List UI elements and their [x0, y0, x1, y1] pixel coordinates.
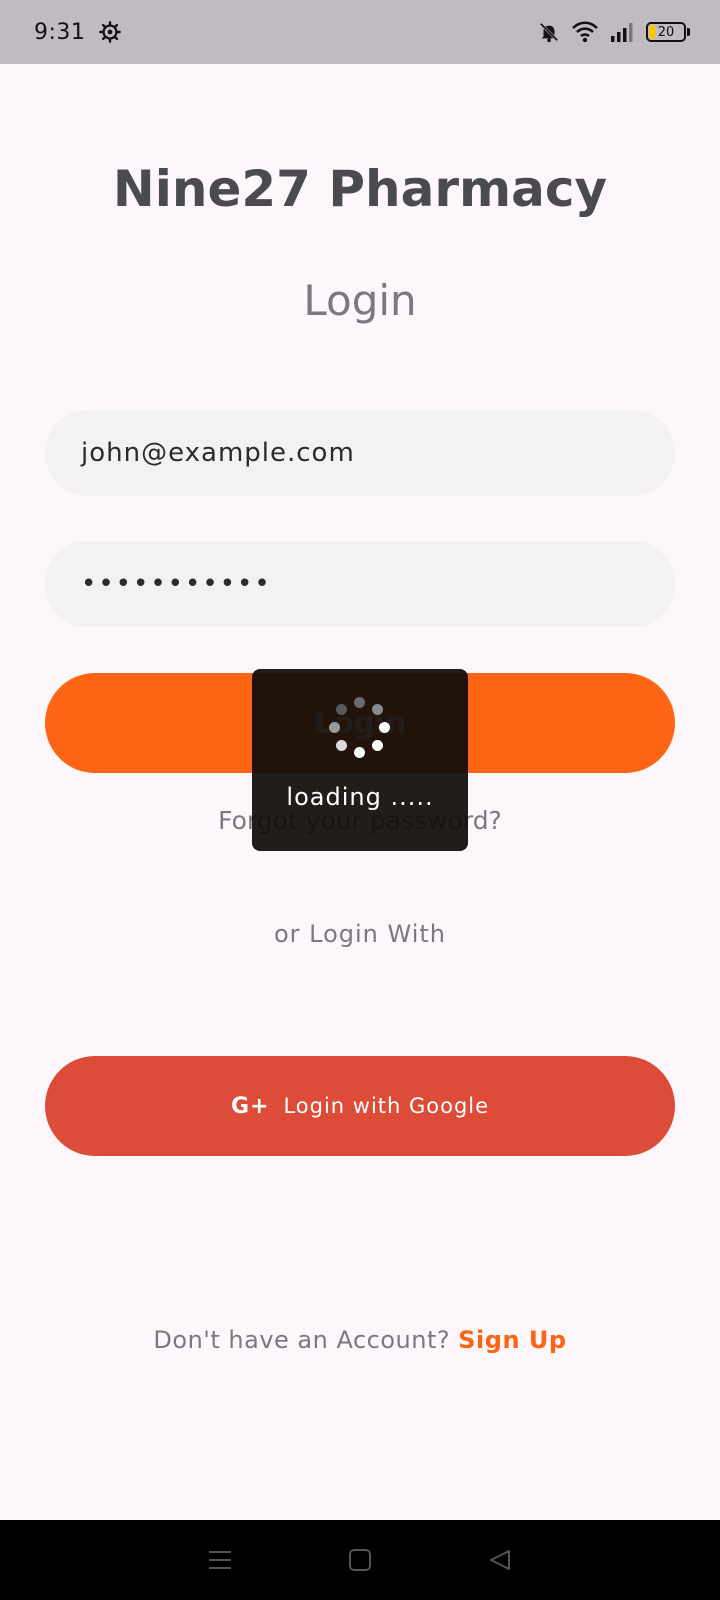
email-field[interactable]: john@example.com [45, 410, 675, 496]
status-bar: 9:31 20 [0, 0, 720, 64]
settings-gear-icon [99, 21, 122, 43]
back-triangle-icon[interactable] [480, 1540, 520, 1580]
signup-prompt: Don't have an Account? [153, 1326, 451, 1354]
google-login-label: Login with Google [283, 1094, 490, 1118]
home-square-icon[interactable] [340, 1540, 380, 1580]
password-field[interactable]: ••••••••••• [45, 541, 675, 627]
wifi-icon [572, 21, 598, 43]
system-nav-bar [0, 1520, 720, 1600]
loading-spinner-icon [326, 697, 394, 765]
status-time: 9:31 [34, 19, 86, 45]
loading-dialog: loading ..... [252, 669, 468, 851]
google-plus-icon: G+ [230, 1093, 270, 1119]
app-title: Nine27 Pharmacy [112, 160, 608, 218]
battery-level: 20 [657, 24, 675, 40]
signup-row: Don't have an Account? Sign Up [0, 1326, 720, 1354]
page-title: Login [303, 276, 417, 325]
signup-link[interactable]: Sign Up [458, 1326, 566, 1354]
loading-text: loading ..... [286, 783, 434, 811]
signal-icon [610, 22, 634, 42]
menu-icon[interactable] [200, 1540, 240, 1580]
bell-muted-icon [538, 21, 560, 43]
google-login-button[interactable]: G+ Login with Google [45, 1056, 675, 1156]
battery-icon: 20 [646, 22, 690, 42]
or-login-with-label: or Login With [273, 920, 447, 948]
